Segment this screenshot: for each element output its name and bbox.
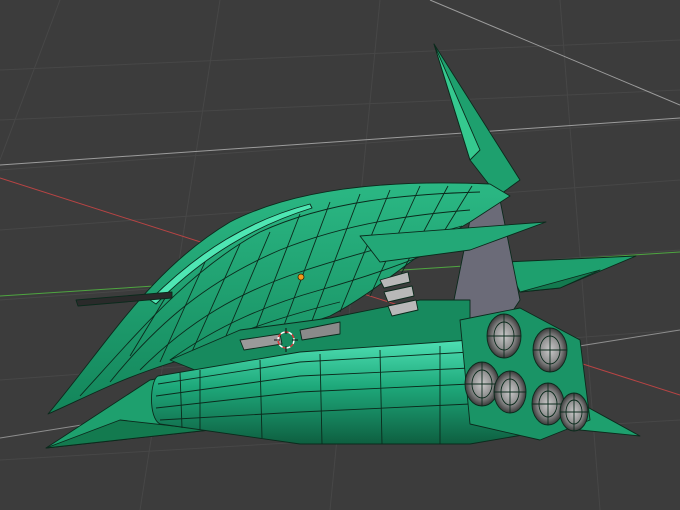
engine-nozzle[interactable] xyxy=(493,370,527,414)
top-fin[interactable] xyxy=(433,43,521,197)
object-origin-icon[interactable] xyxy=(297,273,305,281)
side-fin-right[interactable] xyxy=(504,255,637,293)
engine-nozzle[interactable] xyxy=(531,382,565,426)
engine-nozzle[interactable] xyxy=(464,361,500,407)
viewport-scene[interactable] xyxy=(0,0,680,510)
engine-nozzle[interactable] xyxy=(486,313,522,359)
engine-nozzle[interactable] xyxy=(559,392,589,432)
engine-nozzle[interactable] xyxy=(532,327,568,373)
3d-viewport[interactable] xyxy=(0,0,680,510)
